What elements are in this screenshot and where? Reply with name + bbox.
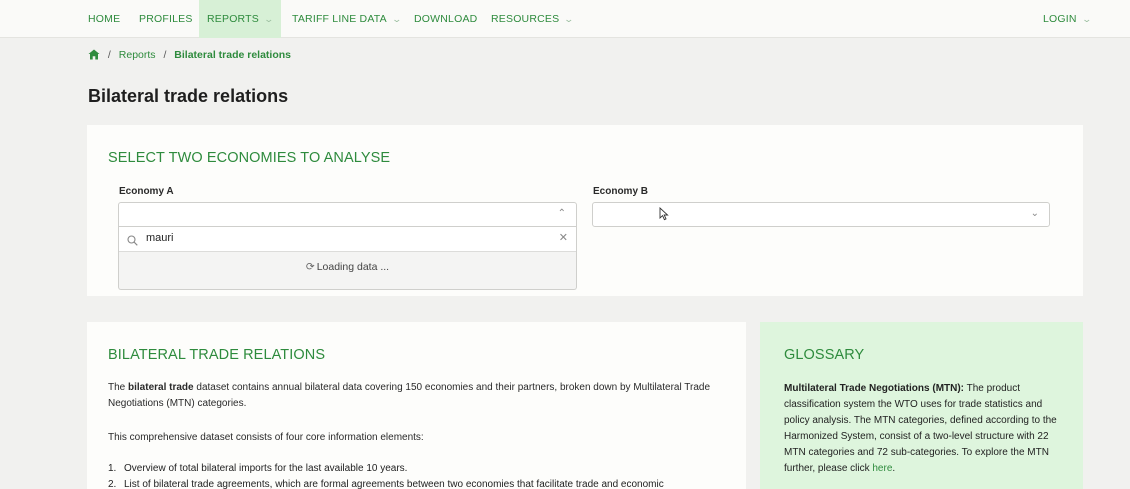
info-list: 1. Overview of total bilateral imports f…: [108, 461, 738, 489]
loading-message: ⟳ Loading data ...: [119, 261, 576, 273]
nav-resources[interactable]: RESOURCES ⌄: [491, 0, 575, 38]
economy-a-dropdown: mauri ✕ ⟳ Loading data ...: [118, 227, 577, 290]
breadcrumb: / Reports / Bilateral trade relations: [88, 49, 291, 63]
chevron-down-icon: ⌄: [563, 14, 575, 24]
economy-selector-card: SELECT TWO ECONOMIES TO ANALYSE Economy …: [87, 125, 1083, 296]
breadcrumb-reports-link[interactable]: Reports: [119, 49, 156, 61]
glossary-heading: GLOSSARY: [784, 347, 865, 363]
nav-tariff-label: TARIFF LINE DATA: [292, 13, 387, 25]
glossary-card: GLOSSARY Multilateral Trade Negotiations…: [760, 322, 1083, 489]
chevron-down-icon: ⌄: [1081, 14, 1092, 24]
nav-reports-label: REPORTS: [207, 13, 259, 25]
glossary-definition: Multilateral Trade Negotiations (MTN): T…: [784, 381, 1064, 477]
list-item-text: List of bilateral trade agreements, whic…: [124, 479, 664, 489]
nav-home[interactable]: HOME: [88, 0, 120, 38]
nav-resources-label: RESOURCES: [491, 13, 560, 25]
chevron-down-icon: ⌄: [391, 14, 403, 24]
list-item-text: Overview of total bilateral imports for …: [124, 463, 408, 474]
economy-a-select[interactable]: ⌃: [118, 202, 577, 227]
breadcrumb-current: Bilateral trade relations: [174, 49, 292, 61]
chevron-down-icon: ⌄: [263, 14, 275, 24]
glossary-description: The product classification system the WT…: [784, 383, 1057, 474]
p1-after: dataset contains annual bilateral data c…: [108, 382, 711, 409]
page-title: Bilateral trade relations: [88, 86, 289, 106]
breadcrumb-separator: /: [107, 49, 111, 61]
nav-login-label: LOGIN: [1043, 13, 1077, 25]
p1-bold: bilateral trade: [128, 382, 194, 393]
chevron-up-icon: ⌃: [557, 208, 566, 219]
breadcrumb-separator: /: [163, 49, 167, 61]
refresh-icon: ⟳: [305, 261, 315, 273]
economy-search-input[interactable]: mauri: [146, 232, 174, 244]
info-heading: BILATERAL TRADE RELATIONS: [108, 347, 326, 363]
list-item-number: 2.: [108, 479, 117, 489]
top-navbar: HOME PROFILES REPORTS ⌄ TARIFF LINE DATA ⌄…: [0, 0, 1130, 38]
bilateral-info-card: BILATERAL TRADE RELATIONS The bilateral …: [87, 322, 746, 489]
glossary-term: Multilateral Trade Negotiations (MTN):: [784, 383, 965, 394]
nav-reports[interactable]: REPORTS ⌄: [199, 0, 281, 38]
nav-profiles[interactable]: PROFILES: [139, 0, 193, 38]
info-paragraph-2: This comprehensive dataset consists of f…: [108, 432, 424, 443]
selector-heading: SELECT TWO ECONOMIES TO ANALYSE: [108, 150, 391, 166]
chevron-down-icon: ⌄: [1030, 208, 1039, 219]
list-item: 2. List of bilateral trade agreements, w…: [108, 477, 738, 489]
loading-text: Loading data ...: [316, 261, 390, 273]
glossary-here-link[interactable]: here: [872, 463, 892, 474]
economy-a-label: Economy A: [119, 186, 174, 197]
home-icon[interactable]: [88, 49, 100, 63]
nav-login[interactable]: LOGIN ⌄: [1043, 0, 1092, 38]
list-item: 1. Overview of total bilateral imports f…: [108, 461, 738, 477]
economy-b-label: Economy B: [593, 186, 649, 197]
close-icon[interactable]: ✕: [559, 231, 568, 244]
list-item-number: 1.: [108, 463, 117, 474]
p1-before: The: [108, 382, 129, 393]
mouse-pointer-icon: [659, 206, 669, 226]
nav-download[interactable]: DOWNLOAD: [414, 0, 477, 38]
search-icon: [127, 233, 138, 251]
economy-search-row: mauri ✕: [119, 227, 576, 252]
info-paragraph-1: The bilateral trade dataset contains ann…: [108, 380, 728, 412]
glossary-end: .: [892, 463, 896, 474]
nav-tariff-line-data[interactable]: TARIFF LINE DATA ⌄: [292, 0, 403, 38]
